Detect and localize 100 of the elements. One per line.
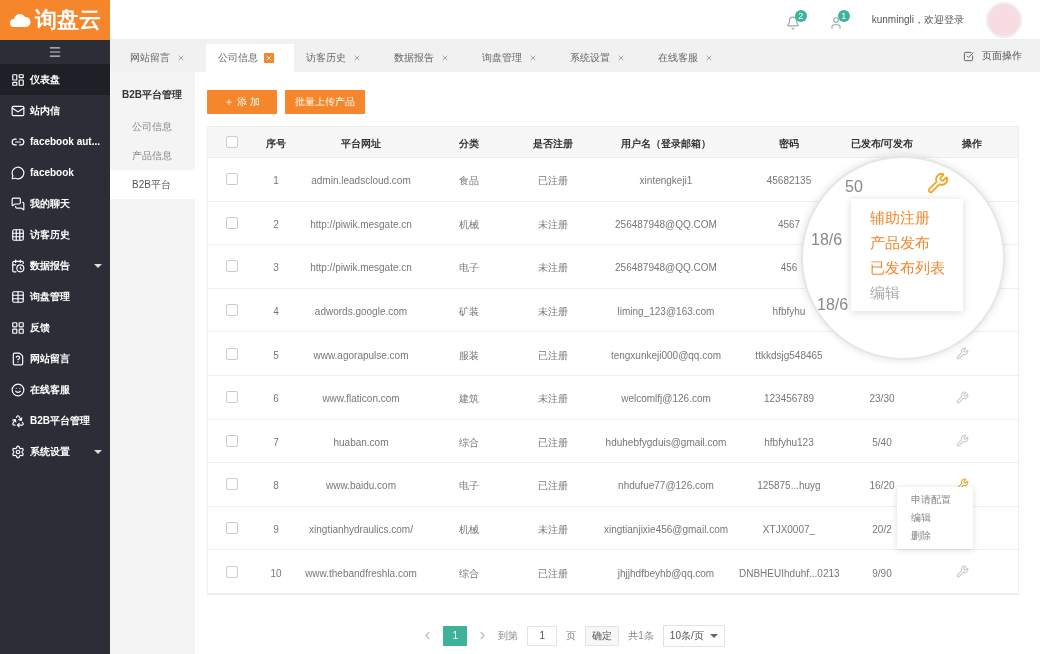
checkbox[interactable] bbox=[225, 304, 238, 317]
wrench-icon[interactable] bbox=[927, 172, 949, 194]
wrench-icon[interactable] bbox=[956, 347, 969, 361]
avatar[interactable] bbox=[986, 1, 1022, 38]
table-cell: 256487948@QQ.COM bbox=[615, 262, 717, 274]
table-cell: 6 bbox=[273, 393, 279, 405]
table-cell: 已注册 bbox=[538, 175, 568, 187]
sidebar-item[interactable]: 访客历史 bbox=[0, 219, 110, 250]
sidebar-item[interactable]: 询盘管理 bbox=[0, 281, 110, 312]
submenu-item[interactable]: 产品信息 bbox=[110, 141, 195, 170]
sidebar-item[interactable]: 网站留言 bbox=[0, 343, 110, 374]
tab[interactable]: 公司信息 bbox=[206, 44, 294, 72]
checkbox[interactable] bbox=[225, 478, 238, 491]
wrench-icon[interactable] bbox=[956, 434, 969, 448]
column-header: 已发布/可发布 bbox=[850, 138, 914, 149]
bell-icon[interactable] bbox=[785, 15, 800, 30]
table-cell: 256487948@QQ.COM bbox=[615, 218, 717, 230]
sidebar-item[interactable]: facebook aut... bbox=[0, 126, 110, 157]
table-cell: hfbfyhu bbox=[772, 306, 806, 318]
chat-bubble-icon bbox=[11, 196, 25, 211]
table-cell: www.baidu.com bbox=[326, 480, 396, 492]
close-icon[interactable] bbox=[176, 53, 186, 63]
menu-item[interactable]: 删除 bbox=[897, 529, 973, 543]
confirm-button[interactable]: 确定 bbox=[585, 625, 620, 646]
menu-item[interactable]: 申请配置 bbox=[897, 493, 973, 507]
checkbox-icon bbox=[963, 50, 974, 62]
menu-item[interactable]: 编辑 bbox=[897, 511, 973, 525]
close-icon[interactable] bbox=[440, 53, 450, 63]
table-cell: xingtianhydraulics.com/ bbox=[309, 524, 413, 536]
close-icon[interactable] bbox=[616, 53, 626, 63]
sidebar-item[interactable]: 系统设置 bbox=[0, 436, 110, 467]
checkbox[interactable] bbox=[225, 260, 238, 273]
table-cell: adwords.google.com bbox=[314, 306, 408, 318]
table-cell: 已注册 bbox=[538, 480, 568, 492]
tab[interactable]: 询盘管理 bbox=[470, 44, 558, 72]
checkbox[interactable] bbox=[225, 136, 238, 148]
menu-icon[interactable] bbox=[48, 45, 62, 59]
table-cell: 18/6 bbox=[817, 296, 849, 314]
table-cell: 456 bbox=[780, 262, 798, 274]
table-cell: 45682135 bbox=[766, 175, 812, 187]
sidebar-item[interactable]: 在线客服 bbox=[0, 374, 110, 405]
table-cell: tengxunkeji000@qq.com bbox=[610, 349, 722, 361]
table-cell: 18/6 bbox=[811, 231, 843, 249]
table-cell: 7 bbox=[273, 436, 279, 448]
submenu-item[interactable]: 公司信息 bbox=[110, 112, 195, 141]
close-icon[interactable] bbox=[528, 53, 538, 63]
table-cell: admin.leadscloud.com bbox=[311, 175, 411, 187]
wrench-icon[interactable] bbox=[956, 390, 969, 404]
sidebar-item[interactable]: 反馈 bbox=[0, 312, 110, 343]
checkbox[interactable] bbox=[225, 173, 238, 186]
table-cell: xingtianjixie456@gmail.com bbox=[603, 524, 729, 536]
checkbox[interactable] bbox=[225, 391, 238, 404]
table-cell: 9/90 bbox=[872, 567, 892, 579]
column-header: 序号 bbox=[266, 138, 286, 149]
page-actions-link[interactable]: 页面操作 bbox=[982, 49, 1022, 63]
checkbox[interactable] bbox=[225, 565, 238, 578]
close-icon[interactable] bbox=[704, 53, 714, 63]
sidebar-item[interactable]: B2B平台管理 bbox=[0, 405, 110, 436]
caret-icon bbox=[709, 633, 718, 638]
wrench-icon[interactable] bbox=[956, 565, 969, 579]
table-cell: 9 bbox=[273, 524, 279, 536]
dashboard-icon bbox=[11, 72, 25, 87]
tab[interactable]: 数据报告 bbox=[382, 44, 470, 72]
close-icon[interactable] bbox=[264, 53, 274, 63]
page-size-select[interactable]: 10条/页 bbox=[662, 624, 725, 647]
table-cell: 4 bbox=[273, 306, 279, 318]
table-cell: 3 bbox=[273, 262, 279, 274]
tab[interactable]: 系统设置 bbox=[558, 44, 646, 72]
sidebar-item[interactable]: facebook bbox=[0, 157, 110, 188]
sidebar-item[interactable]: 仪表盘 bbox=[0, 64, 110, 95]
tab[interactable]: 访客历史 bbox=[294, 44, 382, 72]
total-count: 共1条 bbox=[628, 628, 654, 643]
table-cell: 综合 bbox=[459, 567, 479, 579]
cloud-icon bbox=[9, 12, 31, 28]
sidebar-item[interactable]: 我的聊天 bbox=[0, 188, 110, 219]
smiley-icon bbox=[11, 382, 25, 397]
table-cell: 50 bbox=[845, 178, 863, 196]
checkbox[interactable] bbox=[225, 434, 238, 447]
table-cell: liming_123@163.com bbox=[617, 306, 715, 318]
sidebar-item[interactable]: 数据报告 bbox=[0, 250, 110, 281]
table-icon bbox=[11, 289, 25, 304]
page-unit: 页 bbox=[566, 628, 577, 643]
chat-bubble-icon bbox=[11, 165, 25, 180]
sidebar-item[interactable]: 站内信 bbox=[0, 95, 110, 126]
table-cell: DNBHEUIhduhf...0213 bbox=[739, 567, 840, 579]
checkbox[interactable] bbox=[225, 347, 238, 360]
checkbox[interactable] bbox=[225, 522, 238, 535]
table-cell: 未注册 bbox=[538, 218, 568, 230]
column-header: 平台网址 bbox=[341, 138, 381, 149]
tab[interactable]: 在线客服 bbox=[646, 44, 734, 72]
column-header: 操作 bbox=[961, 138, 982, 149]
table-cell: 已注册 bbox=[538, 436, 568, 448]
tab[interactable]: 网站留言 bbox=[118, 44, 206, 72]
user-icon[interactable] bbox=[828, 15, 843, 30]
table-cell: 10 bbox=[270, 567, 282, 579]
close-icon[interactable] bbox=[352, 53, 362, 63]
submenu-item[interactable]: B2B平台 bbox=[110, 170, 195, 199]
grid-icon bbox=[11, 227, 25, 242]
checkbox[interactable] bbox=[225, 216, 238, 229]
page-input[interactable]: 1 bbox=[527, 625, 558, 646]
